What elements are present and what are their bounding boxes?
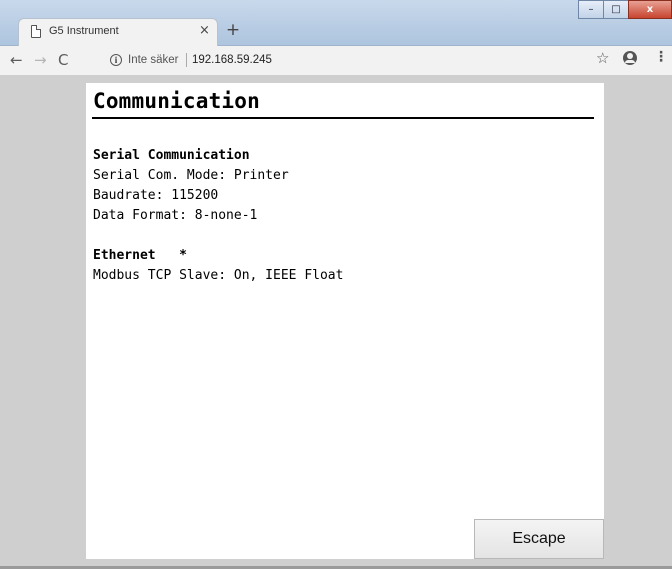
url-text[interactable]: 192.168.59.245 <box>192 54 272 66</box>
serial-heading: Serial Communication <box>93 148 250 163</box>
back-arrow-icon[interactable]: ← <box>10 51 23 69</box>
document-icon <box>31 25 41 38</box>
title-divider <box>92 117 594 119</box>
window-controls: – □ x <box>578 0 672 22</box>
address-bar[interactable]: i Inte säker 192.168.59.245 <box>98 50 616 72</box>
browser-toolbar: ← → C i Inte säker 192.168.59.245 <box>0 46 672 76</box>
page-title: Communication <box>93 89 260 113</box>
forward-arrow-icon[interactable]: → <box>34 51 47 69</box>
data-format: Data Format: 8-none-1 <box>93 208 258 223</box>
ethernet-heading: Ethernet * <box>93 248 187 263</box>
minimize-button[interactable]: – <box>578 0 604 19</box>
serial-mode: Serial Com. Mode: Printer <box>93 168 289 183</box>
account-icon[interactable] <box>623 51 637 65</box>
address-separator <box>186 53 187 67</box>
close-window-button[interactable]: x <box>628 0 672 19</box>
star-icon[interactable]: ☆ <box>596 49 609 67</box>
modbus-setting: Modbus TCP Slave: On, IEEE Float <box>93 268 344 283</box>
browser-tab[interactable]: G5 Instrument × <box>18 18 218 46</box>
baudrate: Baudrate: 115200 <box>93 188 219 203</box>
kebab-menu-icon[interactable]: ⋮ <box>654 49 668 65</box>
serial-section: Serial Communication Serial Com. Mode: P… <box>93 146 289 226</box>
tab-title: G5 Instrument <box>49 25 119 37</box>
tab-close-button[interactable]: × <box>199 23 210 38</box>
info-icon[interactable]: i <box>110 54 122 66</box>
window-titlebar: G5 Instrument × + – □ x <box>0 0 672 46</box>
security-label: Inte säker <box>128 54 179 66</box>
page-viewport: Communication Serial Communication Seria… <box>0 77 672 569</box>
new-tab-button[interactable]: + <box>222 21 244 41</box>
ethernet-section: Ethernet * Modbus TCP Slave: On, IEEE Fl… <box>93 246 343 286</box>
reload-icon[interactable]: C <box>58 51 68 69</box>
content-panel: Communication Serial Communication Seria… <box>86 83 604 559</box>
maximize-button[interactable]: □ <box>603 0 629 19</box>
escape-button[interactable]: Escape <box>474 519 604 559</box>
